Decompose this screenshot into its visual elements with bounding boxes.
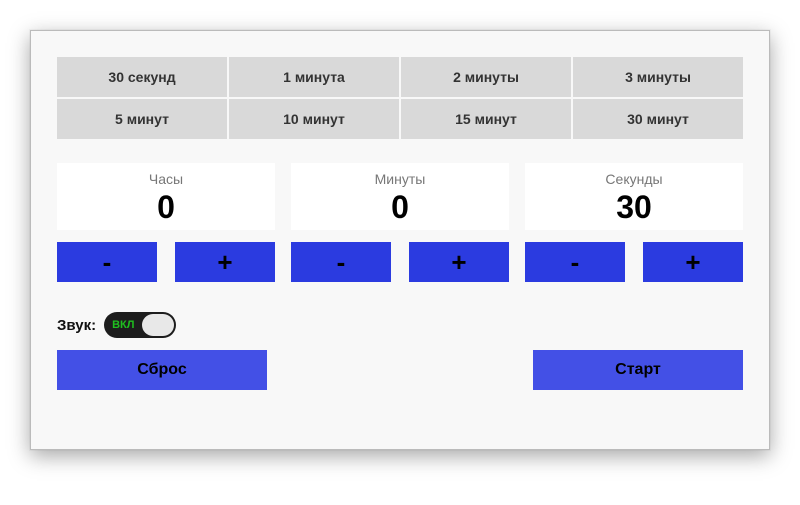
sound-state-text: ВКЛ (112, 319, 134, 331)
reset-label: Сброс (137, 361, 186, 379)
minutes-stepper: - + (291, 242, 509, 282)
preset-label: 1 минута (283, 69, 345, 85)
preset-30m[interactable]: 30 минут (573, 99, 743, 139)
hours-unit: Часы 0 - + (57, 163, 275, 282)
preset-5m[interactable]: 5 минут (57, 99, 227, 139)
minutes-minus-button[interactable]: - (291, 242, 391, 282)
minutes-plus-button[interactable]: + (409, 242, 509, 282)
hours-minus-button[interactable]: - (57, 242, 157, 282)
preset-label: 10 минут (283, 111, 345, 127)
timer-panel: 30 секунд 1 минута 2 минуты 3 минуты 5 м… (30, 30, 770, 450)
seconds-minus-button[interactable]: - (525, 242, 625, 282)
hours-value: 0 (57, 189, 275, 226)
minutes-display: Минуты 0 (291, 163, 509, 230)
minus-icon: - (103, 247, 112, 278)
preset-label: 3 минуты (625, 69, 691, 85)
preset-grid: 30 секунд 1 минута 2 минуты 3 минуты 5 м… (57, 57, 743, 139)
toggle-knob-icon (142, 314, 174, 336)
hours-plus-button[interactable]: + (175, 242, 275, 282)
minutes-label: Минуты (291, 171, 509, 187)
hours-label: Часы (57, 171, 275, 187)
preset-label: 2 минуты (453, 69, 519, 85)
action-row: Сброс Старт (57, 350, 743, 390)
reset-button[interactable]: Сброс (57, 350, 267, 390)
seconds-plus-button[interactable]: + (643, 242, 743, 282)
preset-3m[interactable]: 3 минуты (573, 57, 743, 97)
sound-label: Звук: (57, 317, 96, 334)
preset-2m[interactable]: 2 минуты (401, 57, 571, 97)
preset-label: 15 минут (455, 111, 517, 127)
seconds-stepper: - + (525, 242, 743, 282)
preset-label: 30 секунд (108, 69, 175, 85)
plus-icon: + (217, 247, 232, 278)
minus-icon: - (337, 247, 346, 278)
plus-icon: + (451, 247, 466, 278)
sound-row: Звук: ВКЛ (57, 312, 743, 338)
hours-stepper: - + (57, 242, 275, 282)
hours-display: Часы 0 (57, 163, 275, 230)
preset-label: 30 минут (627, 111, 689, 127)
minus-icon: - (571, 247, 580, 278)
seconds-unit: Секунды 30 - + (525, 163, 743, 282)
preset-label: 5 минут (115, 111, 169, 127)
minutes-value: 0 (291, 189, 509, 226)
preset-10m[interactable]: 10 минут (229, 99, 399, 139)
start-label: Старт (615, 361, 661, 379)
seconds-label: Секунды (525, 171, 743, 187)
time-units: Часы 0 - + Минуты 0 - + Секунды 30 (57, 163, 743, 282)
plus-icon: + (685, 247, 700, 278)
seconds-value: 30 (525, 189, 743, 226)
minutes-unit: Минуты 0 - + (291, 163, 509, 282)
seconds-display: Секунды 30 (525, 163, 743, 230)
preset-1m[interactable]: 1 минута (229, 57, 399, 97)
sound-toggle[interactable]: ВКЛ (104, 312, 176, 338)
start-button[interactable]: Старт (533, 350, 743, 390)
preset-15m[interactable]: 15 минут (401, 99, 571, 139)
preset-30s[interactable]: 30 секунд (57, 57, 227, 97)
